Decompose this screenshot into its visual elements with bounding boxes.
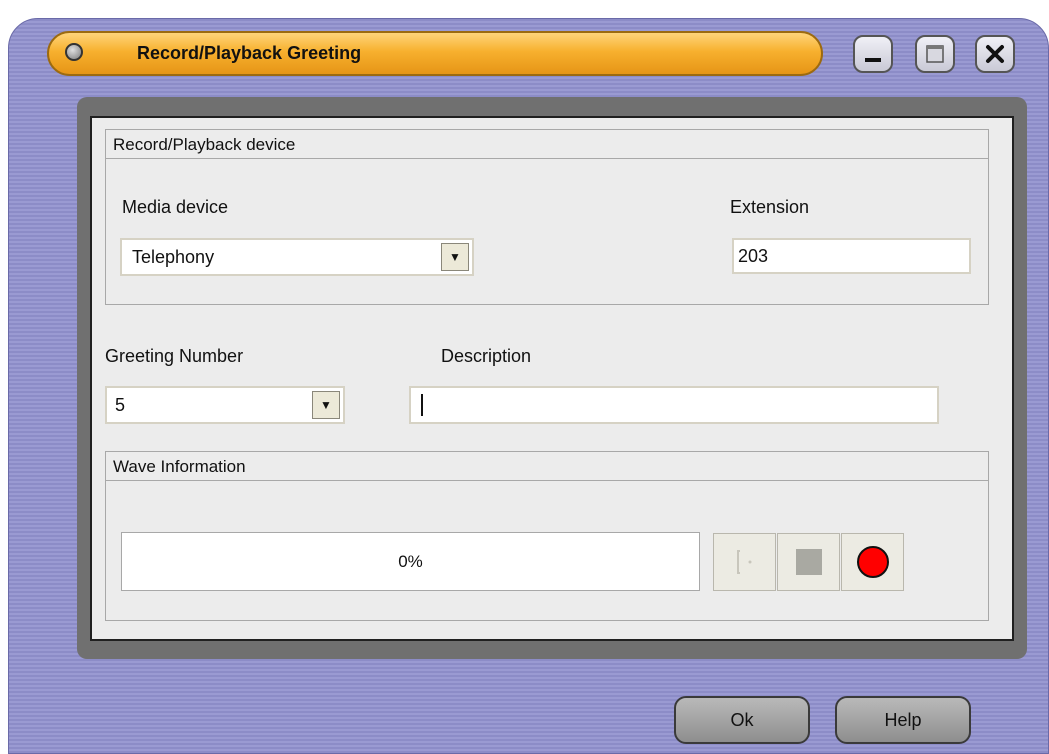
maximize-icon	[926, 45, 944, 63]
client-area: Record/Playback device Media device Tele…	[77, 97, 1027, 659]
window-menu-icon[interactable]	[65, 43, 83, 61]
extension-label: Extension	[730, 197, 810, 217]
greeting-number-label: Greeting Number	[105, 346, 244, 366]
play-icon	[736, 550, 751, 574]
device-group: Record/Playback device Media device Tele…	[105, 129, 989, 305]
close-icon	[986, 45, 1004, 63]
play-button[interactable]	[713, 533, 776, 591]
description-field[interactable]	[409, 386, 939, 424]
ok-button[interactable]: Ok	[674, 696, 810, 744]
record-icon	[856, 546, 889, 578]
progress-bar: 0%	[121, 532, 700, 591]
media-device-value: Telephony	[132, 247, 215, 267]
description-label: Description	[441, 346, 532, 366]
window-title: Record/Playback Greeting	[137, 43, 362, 63]
maximize-button[interactable]	[915, 35, 955, 73]
greeting-number-value: 5	[115, 395, 126, 415]
record-button[interactable]	[841, 533, 904, 591]
dialog-window: Record/Playback Greeting Record/Playback…	[8, 18, 1049, 754]
media-device-select[interactable]: Telephony ▼	[120, 238, 474, 276]
extension-field[interactable]: 203	[732, 238, 971, 274]
chevron-down-icon[interactable]: ▼	[312, 391, 340, 419]
stop-icon	[795, 549, 822, 575]
stop-button[interactable]	[777, 533, 840, 591]
greeting-number-select[interactable]: 5 ▼	[105, 386, 345, 424]
close-button[interactable]	[975, 35, 1015, 73]
wave-group-header: Wave Information	[106, 452, 988, 481]
media-device-label: Media device	[122, 197, 229, 217]
text-cursor	[421, 394, 423, 416]
minimize-button[interactable]	[853, 35, 893, 73]
minimize-icon	[865, 58, 881, 62]
chevron-down-icon[interactable]: ▼	[441, 243, 469, 271]
content-panel: Record/Playback device Media device Tele…	[90, 116, 1014, 641]
title-bar[interactable]: Record/Playback Greeting	[47, 31, 823, 76]
device-group-header: Record/Playback device	[106, 130, 988, 159]
wave-group: Wave Information 0%	[105, 451, 989, 621]
progress-text: 0%	[398, 551, 423, 571]
help-button[interactable]: Help	[835, 696, 971, 744]
